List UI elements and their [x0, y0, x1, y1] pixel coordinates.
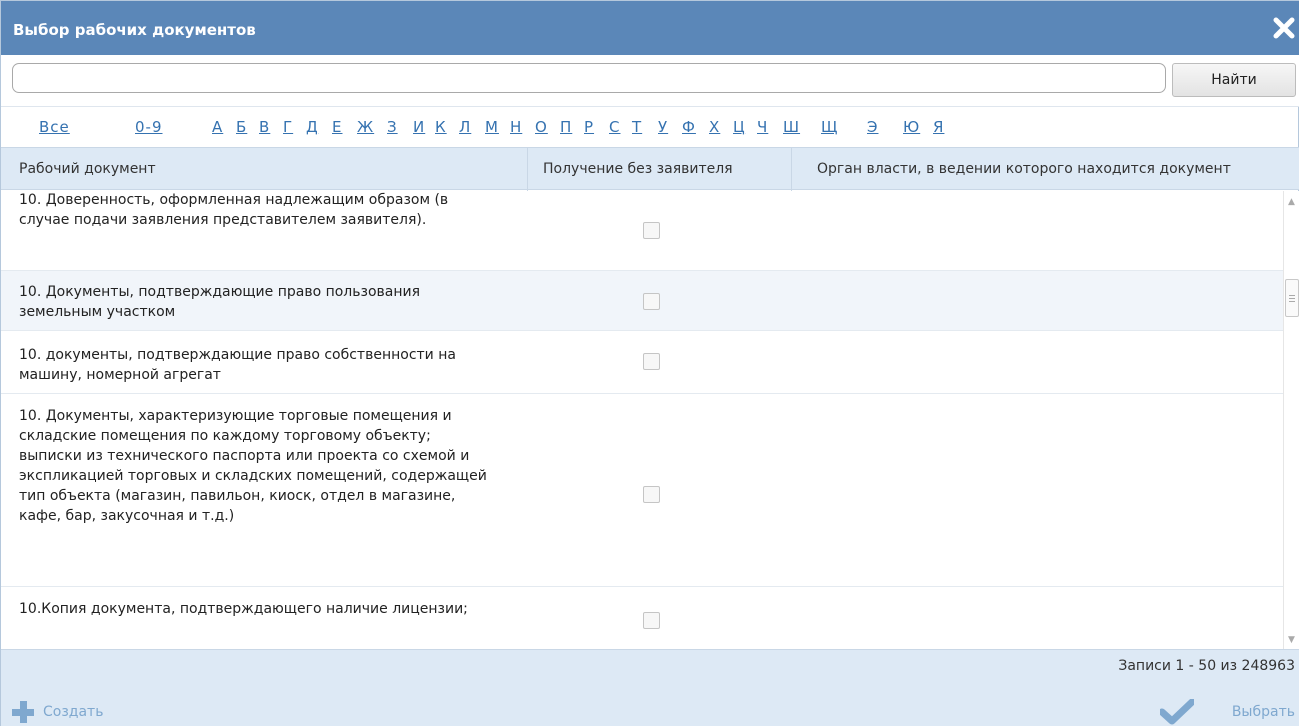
alpha-filter-letter[interactable]: В: [259, 118, 270, 136]
dialog-titlebar: Выбор рабочих документов: [1, 1, 1299, 55]
alpha-filter-letter[interactable]: С: [609, 118, 620, 136]
column-divider: [791, 148, 792, 191]
document-name: 10. Документы, характеризующие торговые …: [19, 408, 487, 524]
alpha-filter-letter[interactable]: Ц: [733, 118, 746, 136]
alpha-filter-letter[interactable]: Н: [510, 118, 522, 136]
records-counter: Записи 1 - 50 из 248963: [1118, 658, 1295, 674]
table-header: Рабочий документ Получение без заявителя…: [1, 147, 1299, 191]
dialog-footer: Записи 1 - 50 из 248963 Создать Выбрать: [1, 649, 1299, 726]
alpha-filter-letter[interactable]: Э: [867, 118, 878, 136]
plus-icon: [12, 701, 34, 723]
alpha-filter-letter[interactable]: Ж: [357, 118, 374, 136]
alpha-filter-letter[interactable]: П: [560, 118, 572, 136]
without-applicant-checkbox[interactable]: [643, 353, 660, 370]
column-header-document[interactable]: Рабочий документ: [19, 148, 156, 191]
alpha-filter-letter[interactable]: Б: [236, 118, 247, 136]
alpha-filter-letter[interactable]: И: [413, 118, 425, 136]
table-body: 10. Доверенность, оформленная надлежащим…: [1, 191, 1283, 649]
scroll-up-icon[interactable]: ▲: [1288, 197, 1295, 207]
column-divider: [527, 148, 528, 191]
table-row[interactable]: 10. Документы, подтверждающие право поль…: [1, 271, 1283, 331]
find-button[interactable]: Найти: [1172, 63, 1296, 97]
column-header-authority[interactable]: Орган власти, в ведении которого находит…: [817, 148, 1231, 191]
alpha-filter-letter[interactable]: О: [535, 118, 548, 136]
alpha-filter-letter[interactable]: Ш: [783, 118, 800, 136]
alpha-filter-digits[interactable]: 0-9: [135, 118, 163, 136]
select-button-label: Выбрать: [1231, 704, 1295, 720]
alpha-filter-letter[interactable]: Т: [632, 118, 642, 136]
scroll-down-icon[interactable]: ▼: [1288, 635, 1295, 645]
search-bar: Найти: [1, 55, 1299, 107]
alpha-filter-all[interactable]: Все: [39, 118, 70, 136]
alpha-filter-letter[interactable]: Ф: [682, 118, 696, 136]
table-scrollbar[interactable]: ▲ ▼: [1283, 191, 1299, 649]
alphabet-filter: Все 0-9 А Б В Г Д Е Ж З И К Л М Н О П Р …: [1, 108, 1299, 146]
create-button-label: Создать: [43, 704, 104, 720]
search-input[interactable]: [12, 63, 1166, 93]
alpha-filter-letter[interactable]: Р: [584, 118, 594, 136]
alpha-filter-letter[interactable]: Я: [933, 118, 944, 136]
alpha-filter-letter[interactable]: Ч: [757, 118, 768, 136]
alpha-filter-letter[interactable]: Г: [283, 118, 293, 136]
without-applicant-checkbox[interactable]: [643, 486, 660, 503]
dialog-title: Выбор рабочих документов: [13, 21, 256, 39]
checkmark-icon: [1160, 699, 1194, 725]
alpha-filter-letter[interactable]: Е: [332, 118, 342, 136]
alpha-filter-letter[interactable]: К: [435, 118, 447, 136]
alpha-filter-letter[interactable]: Щ: [821, 118, 838, 136]
without-applicant-checkbox[interactable]: [643, 222, 660, 239]
document-name: 10. документы, подтверждающие право собс…: [19, 347, 456, 383]
alpha-filter-letter[interactable]: Х: [709, 118, 720, 136]
alpha-filter-letter[interactable]: З: [387, 118, 398, 136]
scrollbar-thumb[interactable]: [1285, 279, 1299, 317]
alpha-filter-letter[interactable]: Д: [306, 118, 319, 136]
table-row[interactable]: 10. документы, подтверждающие право собс…: [1, 331, 1283, 394]
table-row[interactable]: 10. Документы, характеризующие торговые …: [1, 394, 1283, 587]
column-header-without-applicant[interactable]: Получение без заявителя: [543, 148, 733, 191]
alpha-filter-letter[interactable]: А: [212, 118, 223, 136]
alpha-filter-letter[interactable]: Л: [459, 118, 471, 136]
alpha-filter-letter[interactable]: М: [485, 118, 499, 136]
close-icon[interactable]: [1272, 16, 1296, 40]
document-name: 10.Копия документа, подтверждающего нали…: [19, 601, 468, 617]
without-applicant-checkbox[interactable]: [643, 293, 660, 310]
document-selection-dialog: Выбор рабочих документов Найти Все 0-9 А…: [0, 0, 1299, 726]
without-applicant-checkbox[interactable]: [643, 612, 660, 629]
alpha-filter-letter[interactable]: У: [658, 118, 668, 136]
table-row[interactable]: 10. Доверенность, оформленная надлежащим…: [1, 191, 1283, 271]
table-row[interactable]: 10.Копия документа, подтверждающего нали…: [1, 587, 1283, 649]
document-name: 10. Документы, подтверждающие право поль…: [19, 284, 421, 320]
select-button[interactable]: Выбрать: [1160, 699, 1295, 725]
alpha-filter-letter[interactable]: Ю: [903, 118, 920, 136]
document-name: 10. Доверенность, оформленная надлежащим…: [19, 192, 449, 228]
